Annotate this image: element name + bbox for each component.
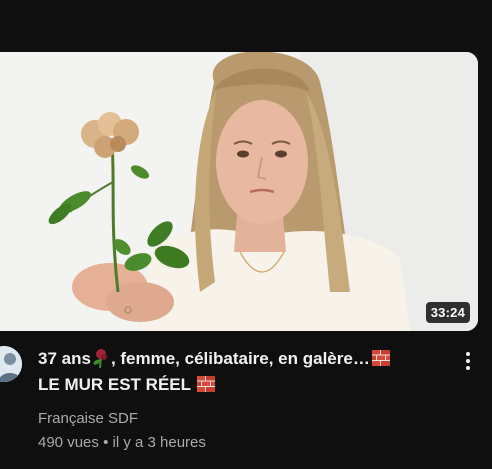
brick-emoji-icon [371,348,390,366]
title-text-part-3: LE MUR EST RÉEL [38,375,191,394]
vertical-ellipsis-icon [466,359,470,363]
upload-age: il y a 3 heures [112,434,206,451]
wilted-rose-emoji-icon [92,348,110,369]
meta-separator: • [103,434,109,451]
video-title-line-2: LE MUR EST RÉEL [38,372,448,398]
avatar-image [0,346,22,382]
video-metadata: 490 vues • il y a 3 heures [38,434,206,451]
video-thumbnail[interactable]: 33:24 [0,52,478,331]
title-text-part-1: 37 ans [38,349,91,368]
duration-badge: 33:24 [425,302,470,323]
channel-avatar[interactable] [0,346,22,382]
channel-name[interactable]: Française SDF [38,410,138,427]
title-text-part-2: , femme, célibataire, en galère… [110,349,370,368]
vertical-ellipsis-icon [466,366,470,370]
video-title-line-1: 37 ans , femme, célibataire, en galère… [38,346,448,372]
more-options-button[interactable] [458,350,478,374]
brick-emoji-icon [197,374,216,392]
thumbnail-image [0,52,478,331]
view-count: 490 vues [38,434,99,451]
video-card[interactable]: 33:24 37 ans , femme, célibataire, en gal… [0,0,492,469]
video-title[interactable]: 37 ans , femme, célibataire, en galère… L… [38,346,448,398]
vertical-ellipsis-icon [466,352,470,356]
